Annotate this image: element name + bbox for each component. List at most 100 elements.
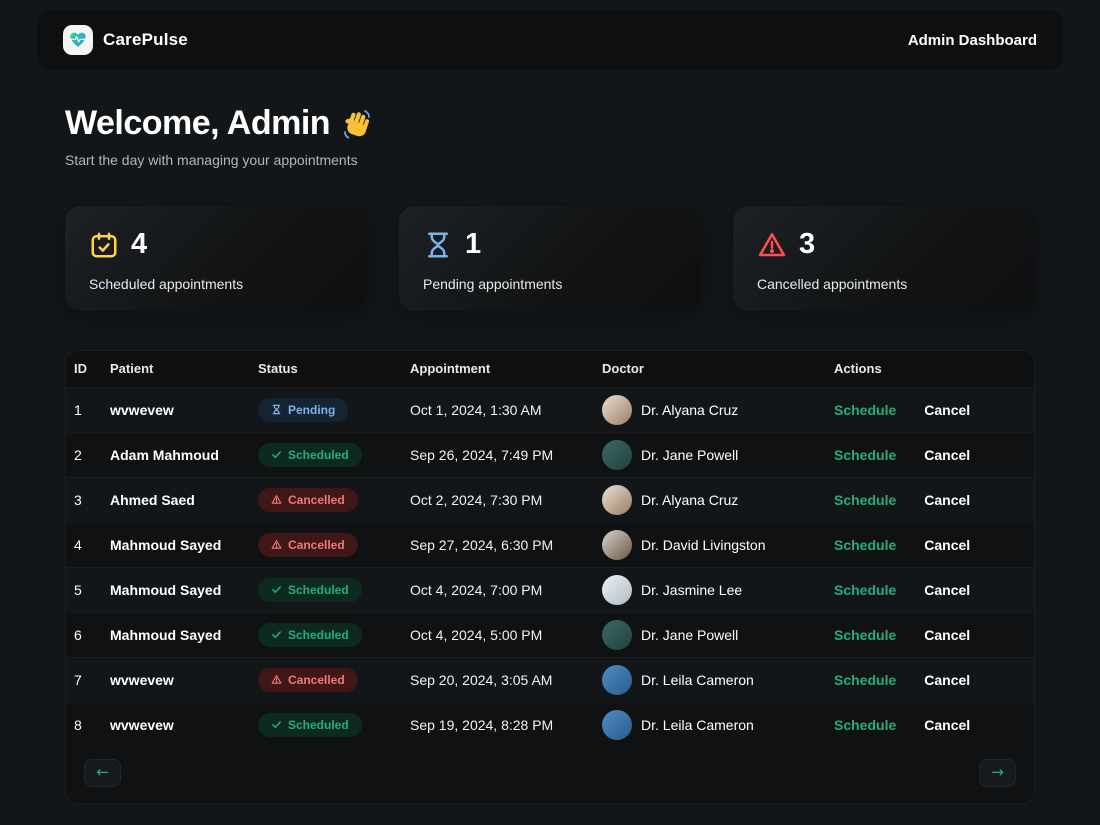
doctor-name: Dr. Leila Cameron bbox=[641, 717, 754, 733]
page-subtitle: Start the day with managing your appoint… bbox=[65, 152, 1035, 168]
cell-status: Scheduled bbox=[250, 567, 402, 612]
table-row: 2 Adam Mahmoud bbox=[66, 432, 1034, 477]
page-title: Welcome, Admin bbox=[65, 104, 1035, 143]
cell-appointment: Sep 26, 2024, 7:49 PM bbox=[402, 432, 594, 477]
status-label: Cancelled bbox=[288, 538, 345, 552]
col-appointment: Appointment bbox=[402, 351, 594, 387]
status-label: Cancelled bbox=[288, 673, 345, 687]
status-badge: Cancelled bbox=[258, 488, 358, 512]
cell-doctor: Dr. Alyana Cruz bbox=[594, 387, 826, 432]
status-badge: Scheduled bbox=[258, 623, 362, 647]
cell-status: Scheduled bbox=[250, 702, 402, 747]
schedule-button[interactable]: Schedule bbox=[834, 717, 896, 733]
cancelled-count: 3 bbox=[799, 228, 815, 261]
avatar bbox=[602, 710, 632, 740]
warning-triangle-icon bbox=[271, 674, 282, 685]
table-row: 6 Mahmoud Sayed bbox=[66, 612, 1034, 657]
avatar bbox=[602, 620, 632, 650]
cell-actions: Schedule Cancel bbox=[826, 522, 1034, 567]
cell-appointment: Oct 2, 2024, 7:30 PM bbox=[402, 477, 594, 522]
avatar bbox=[602, 485, 632, 515]
doctor-name: Dr. Alyana Cruz bbox=[641, 402, 738, 418]
warning-triangle-icon bbox=[271, 494, 282, 505]
cell-appointment: Sep 19, 2024, 8:28 PM bbox=[402, 702, 594, 747]
cell-appointment: Oct 1, 2024, 1:30 AM bbox=[402, 387, 594, 432]
stat-card-scheduled: 4 Scheduled appointments bbox=[65, 206, 367, 311]
doctor-name: Dr. Alyana Cruz bbox=[641, 492, 738, 508]
status-label: Cancelled bbox=[288, 493, 345, 507]
schedule-button[interactable]: Schedule bbox=[834, 582, 896, 598]
cell-patient: Adam Mahmoud bbox=[102, 432, 250, 477]
cell-status: Pending bbox=[250, 387, 402, 432]
status-badge: Scheduled bbox=[258, 578, 362, 602]
doctor-name: Dr. Jane Powell bbox=[641, 447, 738, 463]
cell-actions: Schedule Cancel bbox=[826, 477, 1034, 522]
schedule-button[interactable]: Schedule bbox=[834, 447, 896, 463]
stat-card-cancelled: 3 Cancelled appointments bbox=[733, 206, 1035, 311]
cancel-button[interactable]: Cancel bbox=[924, 402, 970, 418]
avatar bbox=[602, 530, 632, 560]
welcome-section: Welcome, Admin Start the day with man bbox=[65, 104, 1035, 168]
cell-patient: Ahmed Saed bbox=[102, 477, 250, 522]
cell-status: Scheduled bbox=[250, 612, 402, 657]
schedule-button[interactable]: Schedule bbox=[834, 402, 896, 418]
cancel-button[interactable]: Cancel bbox=[924, 582, 970, 598]
next-page-button[interactable]: → bbox=[979, 759, 1016, 787]
status-label: Scheduled bbox=[288, 448, 349, 462]
calendar-check-icon bbox=[89, 230, 119, 260]
schedule-button[interactable]: Schedule bbox=[834, 672, 896, 688]
status-label: Scheduled bbox=[288, 583, 349, 597]
cancel-button[interactable]: Cancel bbox=[924, 537, 970, 553]
cell-patient: wvwevew bbox=[102, 657, 250, 702]
cancel-button[interactable]: Cancel bbox=[924, 672, 970, 688]
schedule-button[interactable]: Schedule bbox=[834, 627, 896, 643]
brand-logo[interactable]: CarePulse bbox=[63, 25, 188, 55]
cell-patient: wvwevew bbox=[102, 387, 250, 432]
cancel-button[interactable]: Cancel bbox=[924, 447, 970, 463]
warning-triangle-icon bbox=[271, 539, 282, 550]
cell-actions: Schedule Cancel bbox=[826, 567, 1034, 612]
status-badge: Scheduled bbox=[258, 443, 362, 467]
appointments-table-card: ID Patient Status Appointment Doctor Act… bbox=[65, 350, 1035, 804]
schedule-button[interactable]: Schedule bbox=[834, 537, 896, 553]
table-header-row: ID Patient Status Appointment Doctor Act… bbox=[66, 351, 1034, 387]
cell-id: 1 bbox=[66, 387, 102, 432]
cell-id: 6 bbox=[66, 612, 102, 657]
avatar bbox=[602, 395, 632, 425]
cancel-button[interactable]: Cancel bbox=[924, 627, 970, 643]
cell-actions: Schedule Cancel bbox=[826, 702, 1034, 747]
cell-actions: Schedule Cancel bbox=[826, 432, 1034, 477]
check-icon bbox=[271, 629, 282, 640]
prev-page-button[interactable]: ← bbox=[84, 759, 121, 787]
avatar bbox=[602, 440, 632, 470]
status-badge: Cancelled bbox=[258, 668, 358, 692]
warning-triangle-icon bbox=[757, 230, 787, 260]
cell-status: Cancelled bbox=[250, 657, 402, 702]
cell-doctor: Dr. David Livingston bbox=[594, 522, 826, 567]
scheduled-label: Scheduled appointments bbox=[89, 276, 343, 292]
cell-doctor: Dr. Leila Cameron bbox=[594, 657, 826, 702]
stat-cards: 4 Scheduled appointments 1 Pending appoi… bbox=[65, 206, 1035, 311]
cancelled-label: Cancelled appointments bbox=[757, 276, 1011, 292]
check-icon bbox=[271, 584, 282, 595]
table-row: 7 wvwevew bbox=[66, 657, 1034, 702]
doctor-name: Dr. David Livingston bbox=[641, 537, 766, 553]
schedule-button[interactable]: Schedule bbox=[834, 492, 896, 508]
cancel-button[interactable]: Cancel bbox=[924, 717, 970, 733]
pending-label: Pending appointments bbox=[423, 276, 677, 292]
col-id: ID bbox=[66, 351, 102, 387]
col-actions: Actions bbox=[826, 351, 1034, 387]
pending-count: 1 bbox=[465, 228, 481, 261]
col-patient: Patient bbox=[102, 351, 250, 387]
cell-status: Scheduled bbox=[250, 432, 402, 477]
cancel-button[interactable]: Cancel bbox=[924, 492, 970, 508]
nav-admin-dashboard[interactable]: Admin Dashboard bbox=[908, 32, 1037, 49]
cell-doctor: Dr. Jane Powell bbox=[594, 612, 826, 657]
carepulse-logo-icon bbox=[63, 25, 93, 55]
status-label: Scheduled bbox=[288, 718, 349, 732]
scheduled-count: 4 bbox=[131, 228, 147, 261]
cell-patient: Mahmoud Sayed bbox=[102, 567, 250, 612]
check-icon bbox=[271, 719, 282, 730]
status-badge: Pending bbox=[258, 398, 348, 422]
page-title-text: Welcome, Admin bbox=[65, 104, 330, 143]
